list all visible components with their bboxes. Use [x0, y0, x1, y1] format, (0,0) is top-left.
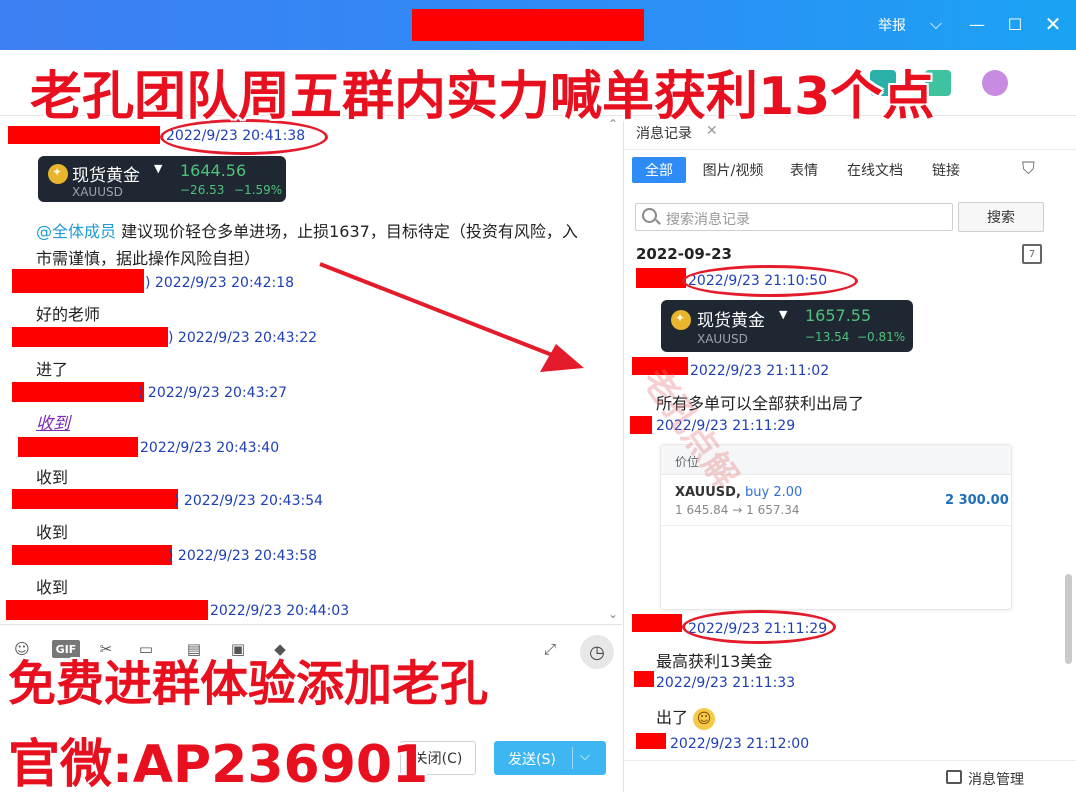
quote-change: −13.54: [805, 330, 850, 344]
redacted-sender: [636, 268, 686, 288]
message-link[interactable]: 收到: [36, 409, 70, 434]
send-divider: [572, 747, 573, 769]
message-text: 最高获利13美金: [656, 652, 773, 671]
close-icon[interactable]: ✕: [1042, 12, 1064, 36]
search-button[interactable]: 搜索: [958, 202, 1044, 232]
quote-name: 现货黄金: [72, 166, 140, 186]
report-button[interactable]: 举报: [878, 15, 906, 35]
message-time: 2022/9/23 21:12:00: [670, 736, 810, 752]
gold-quote-card[interactable]: 现货黄金 ▼ 1644.56 XAUUSD −26.53 −1.59%: [38, 156, 286, 202]
redacted-sender: [6, 600, 208, 620]
position-profit: 2 300.00: [945, 493, 1009, 508]
divider: [624, 149, 1076, 150]
more-icon[interactable]: [982, 70, 1008, 96]
caret-down-icon: ▼: [779, 308, 788, 321]
quote-price: 1644.56: [180, 161, 247, 180]
message-text: 收到: [36, 578, 69, 597]
message-manager-button[interactable]: 消息管理: [968, 769, 1024, 789]
quote-symbol: XAUUSD: [697, 332, 748, 346]
quote-price: 1657.55: [805, 306, 872, 325]
calendar-icon[interactable]: 7: [1022, 244, 1042, 264]
highlight-circle: [682, 265, 858, 297]
date-heading: 2022-09-23: [636, 245, 732, 263]
redacted-sender: [632, 614, 682, 632]
quote-change-pct: −0.81%: [857, 330, 906, 344]
quote-name: 现货黄金: [697, 311, 765, 331]
message-text: 市需谨慎，据此操作风险自担）: [36, 249, 261, 268]
chat-history[interactable]: ⌃ 2022/9/23 20:41:38 现货黄金 ▼ 1644.56 XAUU…: [0, 117, 622, 624]
search-input[interactable]: 搜索消息记录: [635, 203, 953, 231]
message-text: @全体成员 建议现价轻仓多单进场，止损1637，目标待定（投资有风险，入: [36, 222, 578, 241]
search-icon: [642, 208, 657, 223]
quote-symbol: XAUUSD: [72, 185, 123, 199]
scroll-down-icon[interactable]: ⌄: [608, 607, 618, 621]
chat-window: 举报 ⌵ — ☐ ✕ ⌃ 2022/9/23 20:41:38 现货黄金 ▼ 1…: [0, 0, 1076, 792]
title-bar: 举报 ⌵ — ☐ ✕: [0, 0, 1076, 50]
quote-change-pct: −1.59%: [234, 183, 283, 197]
redacted-sender: [18, 437, 138, 457]
promo-banner-top: 老孔团队周五群内实力喊单获利13个点: [30, 67, 935, 127]
redacted-sender: [630, 416, 652, 434]
position-prices: 1 645.84 → 1 657.34: [675, 503, 800, 517]
divider: [661, 525, 1011, 526]
scrollbar[interactable]: [1065, 574, 1072, 664]
gold-coin-icon: [48, 164, 68, 184]
message-time: 2022/9/23 21:11:02: [690, 363, 830, 379]
message-manager-icon: [946, 770, 962, 784]
message-text: 收到: [36, 523, 69, 542]
message-time: ) 2022/9/23 20:43:58: [168, 548, 318, 564]
message-text: 好的老师: [36, 305, 101, 324]
filter-docs[interactable]: 在线文档: [840, 157, 910, 183]
redacted-sender: [12, 382, 144, 402]
message-time: 2022/9/23 20:44:03: [210, 603, 350, 619]
redacted-sender: [12, 489, 178, 509]
redacted-sender: [636, 733, 666, 749]
filter-all[interactable]: 全部: [632, 157, 686, 183]
search-placeholder: 搜索消息记录: [666, 212, 750, 228]
filter-media[interactable]: 图片/视频: [696, 157, 770, 183]
message-text: 进了: [36, 360, 69, 379]
expand-icon[interactable]: ⤢: [540, 639, 560, 659]
redacted-sender: [12, 327, 168, 347]
grin-emoji-icon: ☺: [693, 707, 716, 730]
minimize-icon[interactable]: —: [966, 13, 988, 35]
message-time: 2022/9/23 21:11:33: [656, 675, 796, 691]
message-time: ) 2022/9/23 20:43:22: [168, 330, 318, 346]
message-time: 2022/9/23 20:43:40: [140, 440, 280, 456]
filter-links[interactable]: 链接: [926, 157, 966, 183]
caret-down-icon: ▼: [154, 162, 163, 175]
redacted-group-name: [412, 9, 644, 41]
filter-icon[interactable]: ⛉: [1022, 159, 1035, 179]
promo-wechat-id: 官微:AP236901: [8, 735, 429, 792]
redacted-sender: [12, 269, 144, 293]
message-history-panel: 消息记录 ✕ 全部 图片/视频 表情 在线文档 链接 ⛉ 搜索消息记录 搜索 2…: [623, 117, 1076, 792]
history-clock-icon[interactable]: ◷: [580, 635, 614, 669]
mention-all[interactable]: @全体成员: [36, 222, 116, 241]
quote-change: −26.53: [180, 183, 225, 197]
message-text: 出了 ☺: [656, 704, 716, 730]
gold-coin-icon: [671, 310, 691, 330]
send-label: 发送(S): [508, 752, 556, 768]
message-time: ) 2022/9/23 20:43:27: [138, 385, 288, 401]
message-text: 收到: [36, 468, 69, 487]
message-time: ) 2022/9/23 20:42:18: [145, 275, 295, 291]
filter-stickers[interactable]: 表情: [784, 157, 824, 183]
redacted-sender: [12, 545, 172, 565]
gold-quote-card[interactable]: 现货黄金 ▼ 1657.55 XAUUSD −13.54 −0.81%: [661, 300, 913, 352]
send-button[interactable]: 发送(S) ⌵: [494, 741, 606, 775]
chevron-down-icon[interactable]: ⌵: [580, 749, 590, 764]
panel-footer: 消息管理: [624, 760, 1076, 792]
message-time: ) 2022/9/23 20:43:54: [174, 493, 324, 509]
highlight-circle: [682, 610, 836, 644]
chevron-down-icon[interactable]: ⌵: [925, 13, 947, 35]
position-symbol: XAUUSD, buy 2.00: [675, 485, 803, 500]
promo-banner-bottom: 免费进群体验添加老孔: [8, 656, 489, 712]
redacted-sender: [634, 671, 654, 687]
maximize-icon[interactable]: ☐: [1004, 13, 1026, 35]
